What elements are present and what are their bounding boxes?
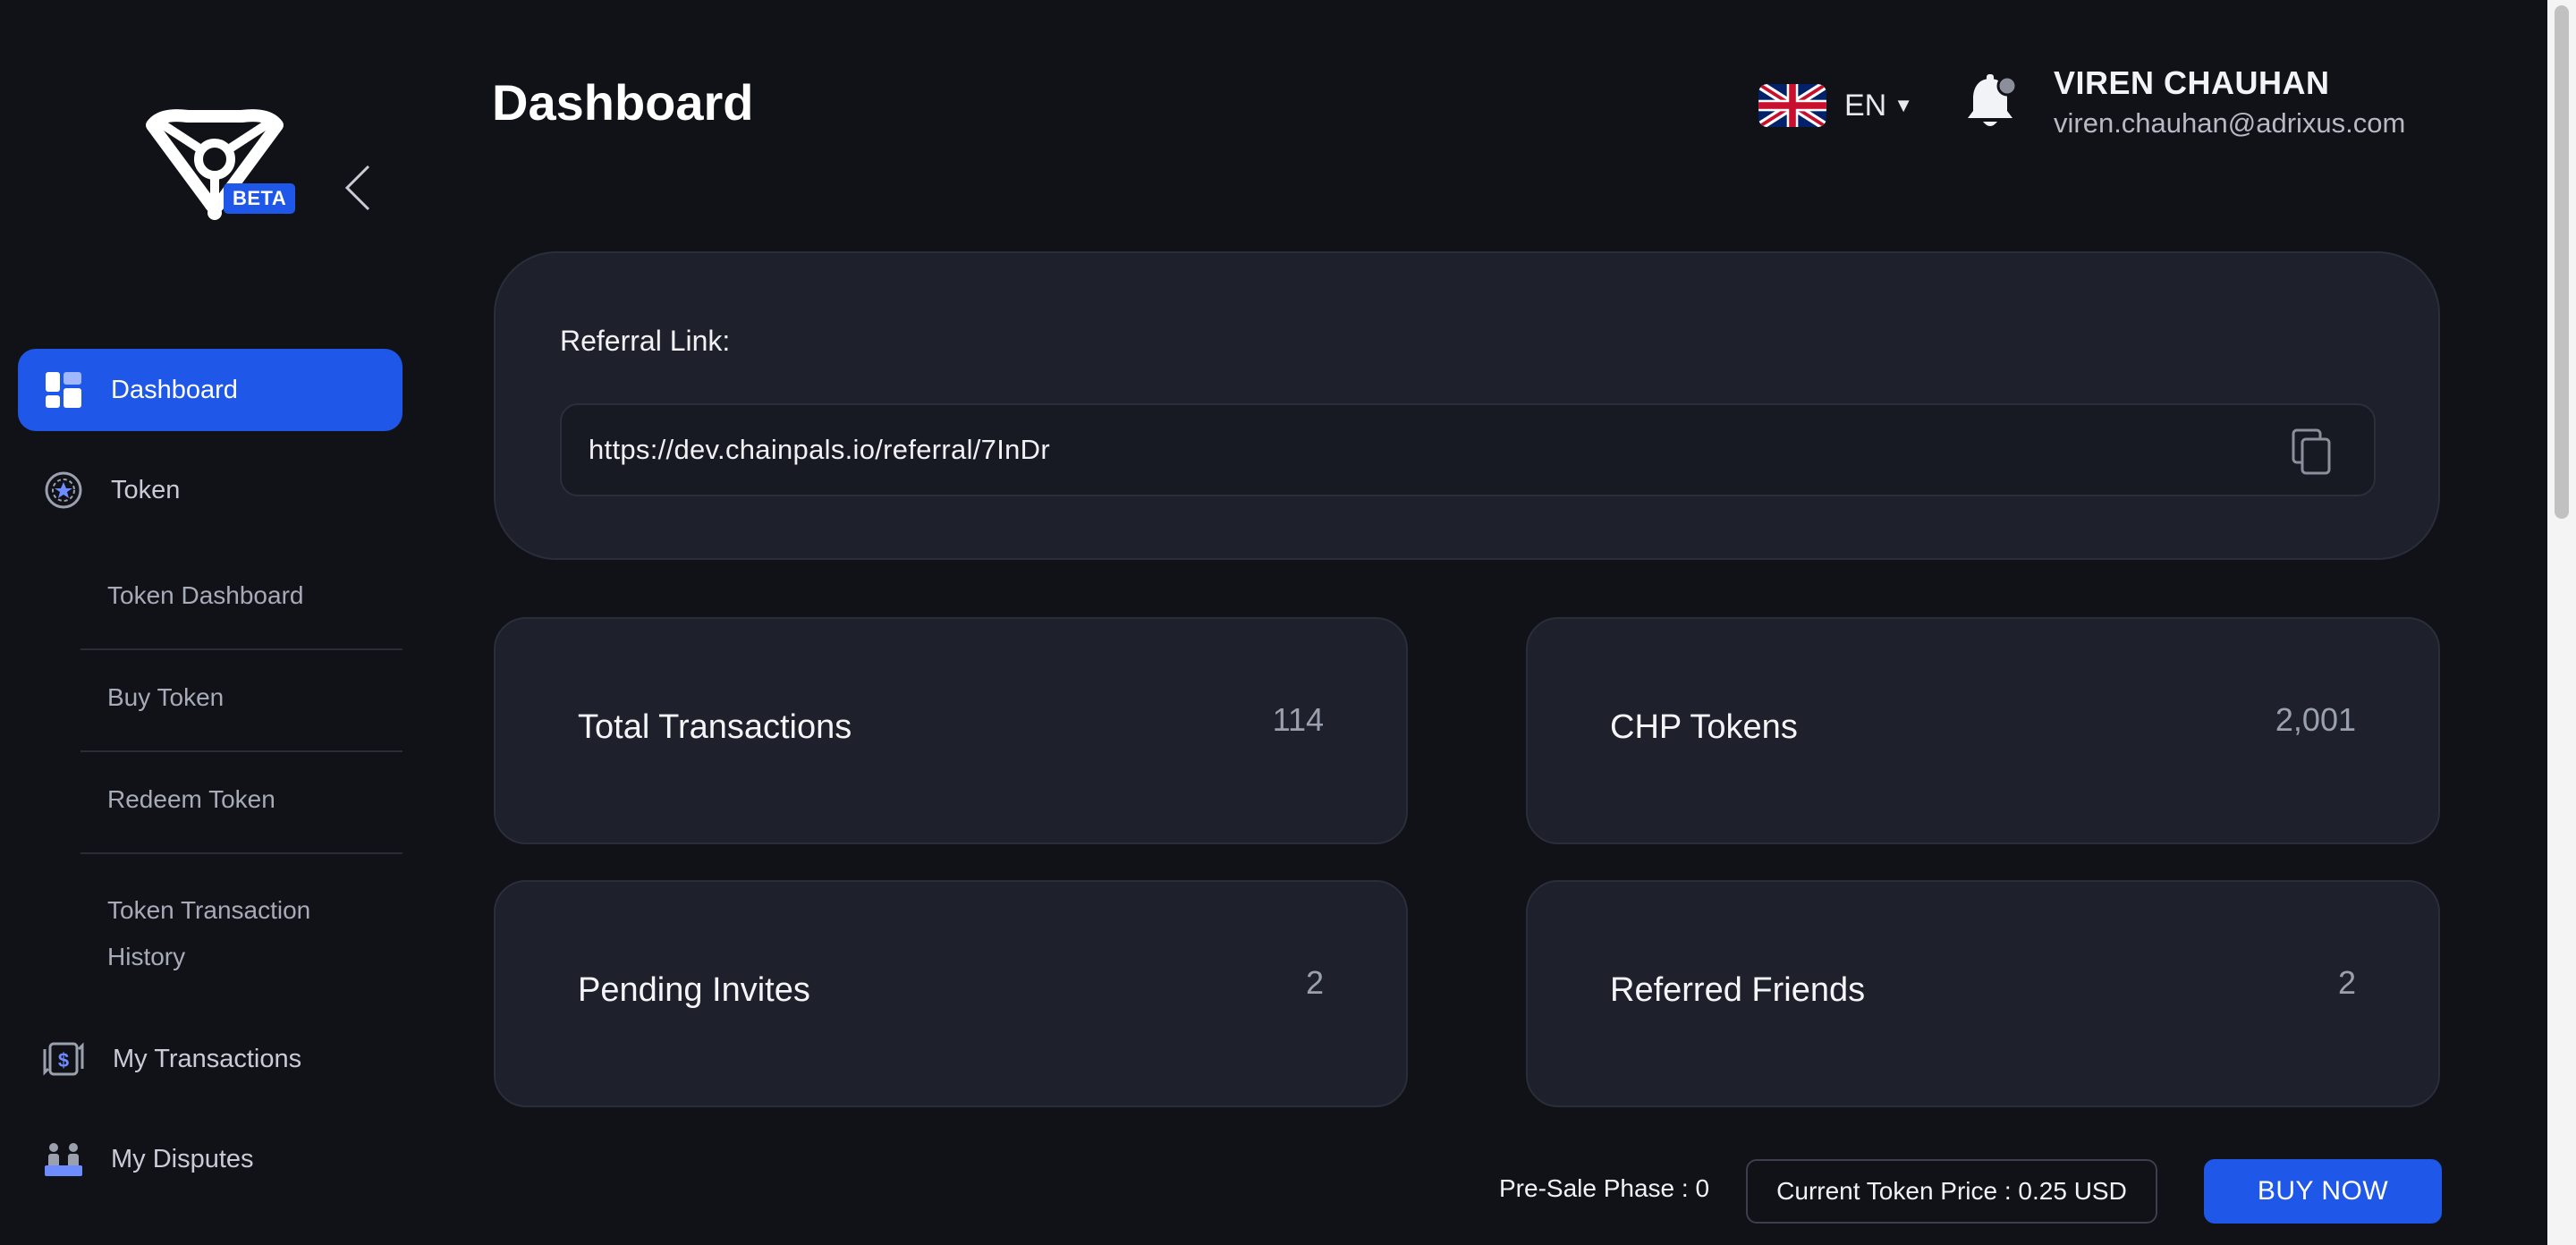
- user-name: VIREN CHAUHAN: [2054, 64, 2330, 101]
- language-selector[interactable]: EN ▼: [1758, 84, 1913, 127]
- user-email: viren.chauhan@adrixus.com: [2054, 107, 2406, 139]
- language-code: EN: [1844, 88, 1887, 123]
- copy-icon[interactable]: [2288, 427, 2338, 479]
- token-icon: [41, 468, 86, 512]
- stat-value: 2: [1305, 964, 1324, 1001]
- stat-label: Pending Invites: [578, 971, 810, 1009]
- referral-card: Referral Link: https://dev.chainpals.io/…: [494, 251, 2440, 560]
- sidebar-subitem-label-line2: History: [107, 943, 186, 970]
- referral-label: Referral Link:: [560, 325, 731, 357]
- sidebar-item-my-disputes[interactable]: My Disputes: [18, 1118, 402, 1200]
- stat-value: 114: [1272, 701, 1324, 738]
- disputes-icon: [41, 1137, 86, 1181]
- stat-label: CHP Tokens: [1610, 708, 1798, 746]
- referral-url: https://dev.chainpals.io/referral/7InDr: [589, 434, 1050, 465]
- svg-text:$: $: [58, 1049, 69, 1071]
- stat-card-pending-invites[interactable]: Pending Invites 2: [494, 880, 1408, 1107]
- scrollbar-thumb[interactable]: [2555, 5, 2569, 519]
- sidebar-subitem-redeem-token[interactable]: Redeem Token: [80, 785, 402, 814]
- sidebar-subitem-token-transaction-history[interactable]: Token Transaction History: [80, 887, 402, 980]
- collapse-sidebar-button[interactable]: [340, 161, 376, 215]
- divider: [80, 852, 402, 854]
- sidebar-item-label: My Disputes: [111, 1144, 254, 1173]
- sidebar-item-label: Dashboard: [111, 375, 238, 404]
- presale-phase-text: Pre-Sale Phase : 0: [1499, 1174, 1710, 1202]
- stat-label: Total Transactions: [578, 708, 852, 746]
- dashboard-icon: [41, 368, 86, 412]
- beta-badge: BETA: [224, 183, 296, 214]
- page-title: Dashboard: [492, 74, 754, 131]
- referral-link-field[interactable]: https://dev.chainpals.io/referral/7InDr: [560, 403, 2376, 496]
- stat-card-total-transactions[interactable]: Total Transactions 114: [494, 617, 1408, 844]
- sidebar-item-label: My Transactions: [113, 1044, 302, 1073]
- token-price-badge: Current Token Price : 0.25 USD: [1746, 1159, 2157, 1224]
- buy-now-button[interactable]: BUY NOW: [2204, 1159, 2442, 1224]
- transactions-icon: $: [41, 1037, 86, 1081]
- sidebar-item-my-transactions[interactable]: $ My Transactions: [18, 1018, 402, 1100]
- stat-value: 2: [2337, 964, 2356, 1001]
- stat-card-chp-tokens[interactable]: CHP Tokens 2,001: [1526, 617, 2440, 844]
- sidebar-subitem-buy-token[interactable]: Buy Token: [80, 683, 402, 712]
- sidebar-item-label: Token: [111, 475, 181, 504]
- sidebar-item-dashboard[interactable]: Dashboard: [18, 349, 402, 431]
- uk-flag-icon: [1758, 84, 1826, 127]
- app-root: BETA Dashboard Token Token Dashboard Buy…: [0, 0, 2576, 1245]
- stat-label: Referred Friends: [1610, 971, 1866, 1009]
- divider: [80, 750, 402, 752]
- sidebar: BETA Dashboard Token Token Dashboard Buy…: [0, 0, 420, 1245]
- caret-down-icon: ▼: [1894, 94, 1914, 116]
- stat-value: 2,001: [2275, 701, 2356, 738]
- sidebar-subitem-label-line1: Token Transaction: [107, 896, 311, 924]
- divider: [80, 648, 402, 650]
- sidebar-item-token[interactable]: Token: [18, 449, 402, 531]
- sidebar-subitem-token-dashboard[interactable]: Token Dashboard: [80, 581, 402, 610]
- stat-card-referred-friends[interactable]: Referred Friends 2: [1526, 880, 2440, 1107]
- page-scrollbar[interactable]: [2547, 0, 2576, 1245]
- notification-bell-icon[interactable]: [1959, 72, 2021, 134]
